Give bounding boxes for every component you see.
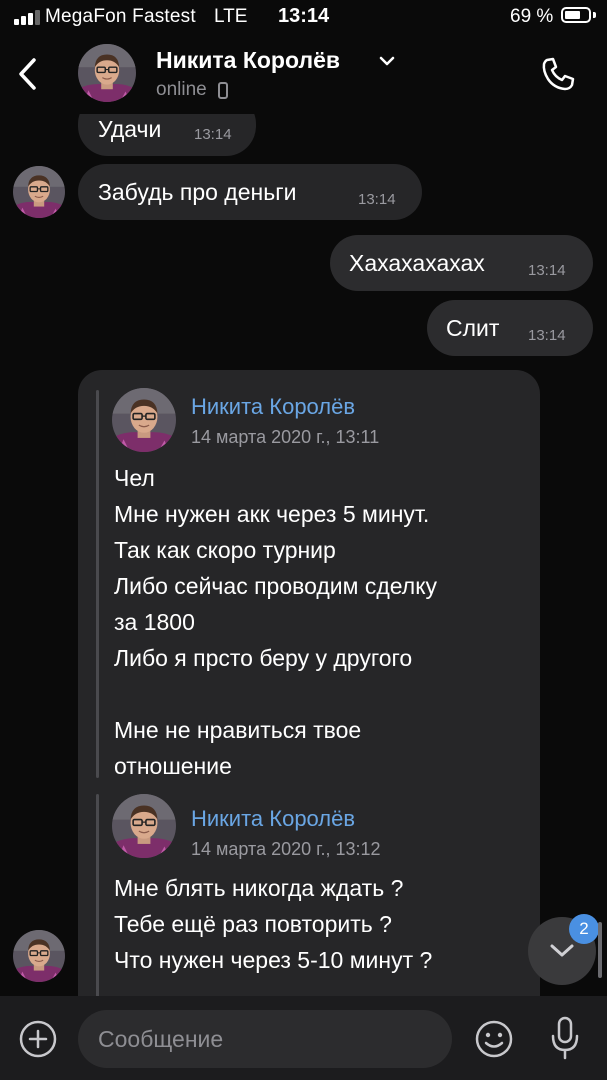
voice-message-button[interactable]: [548, 1014, 582, 1062]
status-clock: 13:14: [278, 5, 330, 27]
back-button[interactable]: [10, 50, 50, 98]
phone-icon: [218, 82, 228, 99]
message-bubble[interactable]: Удачи 13:14: [78, 114, 256, 156]
message-time: 13:14: [358, 191, 396, 208]
message-text: Забудь про деньги: [98, 179, 297, 205]
back-icon: [19, 58, 36, 90]
chevron-down-icon: [550, 944, 574, 957]
contact-avatar[interactable]: [78, 44, 136, 102]
chat-header: Никита Королёв online: [0, 34, 607, 114]
forwarded-text: Чел Мне нужен акк через 5 минут. Так как…: [114, 465, 438, 779]
carrier-name: MegaFon Fastest: [45, 6, 196, 27]
forwarded-messages-card[interactable]: Никита Королёв 14 марта 2020 г., 13:11 Ч…: [78, 370, 540, 996]
message-time: 13:14: [528, 262, 566, 279]
quote-bar: [96, 390, 99, 778]
message-time: 13:14: [528, 327, 566, 344]
attach-button[interactable]: [19, 1020, 57, 1058]
contact-name[interactable]: Никита Королёв: [156, 47, 340, 74]
contact-menu-button[interactable]: [378, 54, 396, 68]
avatar-image: [13, 930, 65, 982]
quote-bar: [96, 794, 99, 996]
message-bubble[interactable]: Забудь про деньги 13:14: [78, 164, 422, 220]
message-list[interactable]: Удачи 13:14 Забудь про деньги 13:14 Хаха…: [0, 114, 607, 996]
status-bar: MegaFon Fastest LTE 13:14 69 %: [0, 0, 607, 34]
forwarded-author-name[interactable]: Никита Королёв: [191, 394, 355, 420]
avatar-image: [13, 166, 65, 218]
message-text: Хахахахахах: [349, 250, 485, 276]
microphone-icon: [551, 1016, 579, 1060]
forwarded-author-name[interactable]: Никита Королёв: [191, 806, 355, 832]
emoji-button[interactable]: [474, 1019, 514, 1059]
forwarded-date: 14 марта 2020 г., 13:11: [191, 427, 380, 447]
avatar-image: [112, 388, 176, 452]
avatar-image: [78, 44, 136, 102]
forwarded-date: 14 марта 2020 г., 13:12: [191, 839, 381, 859]
call-button[interactable]: [538, 54, 578, 94]
battery-percent: 69 %: [510, 6, 554, 27]
message-text: Слит: [446, 315, 500, 341]
avatar-image: [112, 794, 176, 858]
contact-status: online: [156, 79, 207, 100]
sender-avatar[interactable]: [13, 930, 65, 982]
emoji-icon: [475, 1020, 513, 1058]
forwarded-author-avatar[interactable]: [112, 794, 176, 858]
forwarded-text: Мне блять никогда ждать ? Тебе ещё раз п…: [114, 875, 433, 973]
message-time: 13:14: [194, 126, 232, 143]
message-bubble[interactable]: Хахахахахах 13:14: [330, 235, 593, 291]
signal-strength-icon: [14, 9, 44, 25]
network-type: LTE: [214, 6, 248, 27]
plus-icon: [19, 1020, 57, 1058]
call-icon: [542, 57, 575, 91]
message-bubble[interactable]: Слит 13:14: [427, 300, 593, 356]
message-input[interactable]: [78, 1010, 452, 1068]
battery-tip: [593, 12, 596, 18]
battery-icon: [561, 7, 591, 23]
composer-bar: [0, 996, 607, 1080]
scrollbar[interactable]: [598, 922, 602, 978]
forwarded-author-avatar[interactable]: [112, 388, 176, 452]
chevron-down-icon: [379, 56, 395, 66]
sender-avatar[interactable]: [13, 166, 65, 218]
message-text: Удачи: [98, 116, 162, 142]
battery-level: [565, 11, 580, 19]
unread-count-badge: 2: [569, 914, 599, 944]
